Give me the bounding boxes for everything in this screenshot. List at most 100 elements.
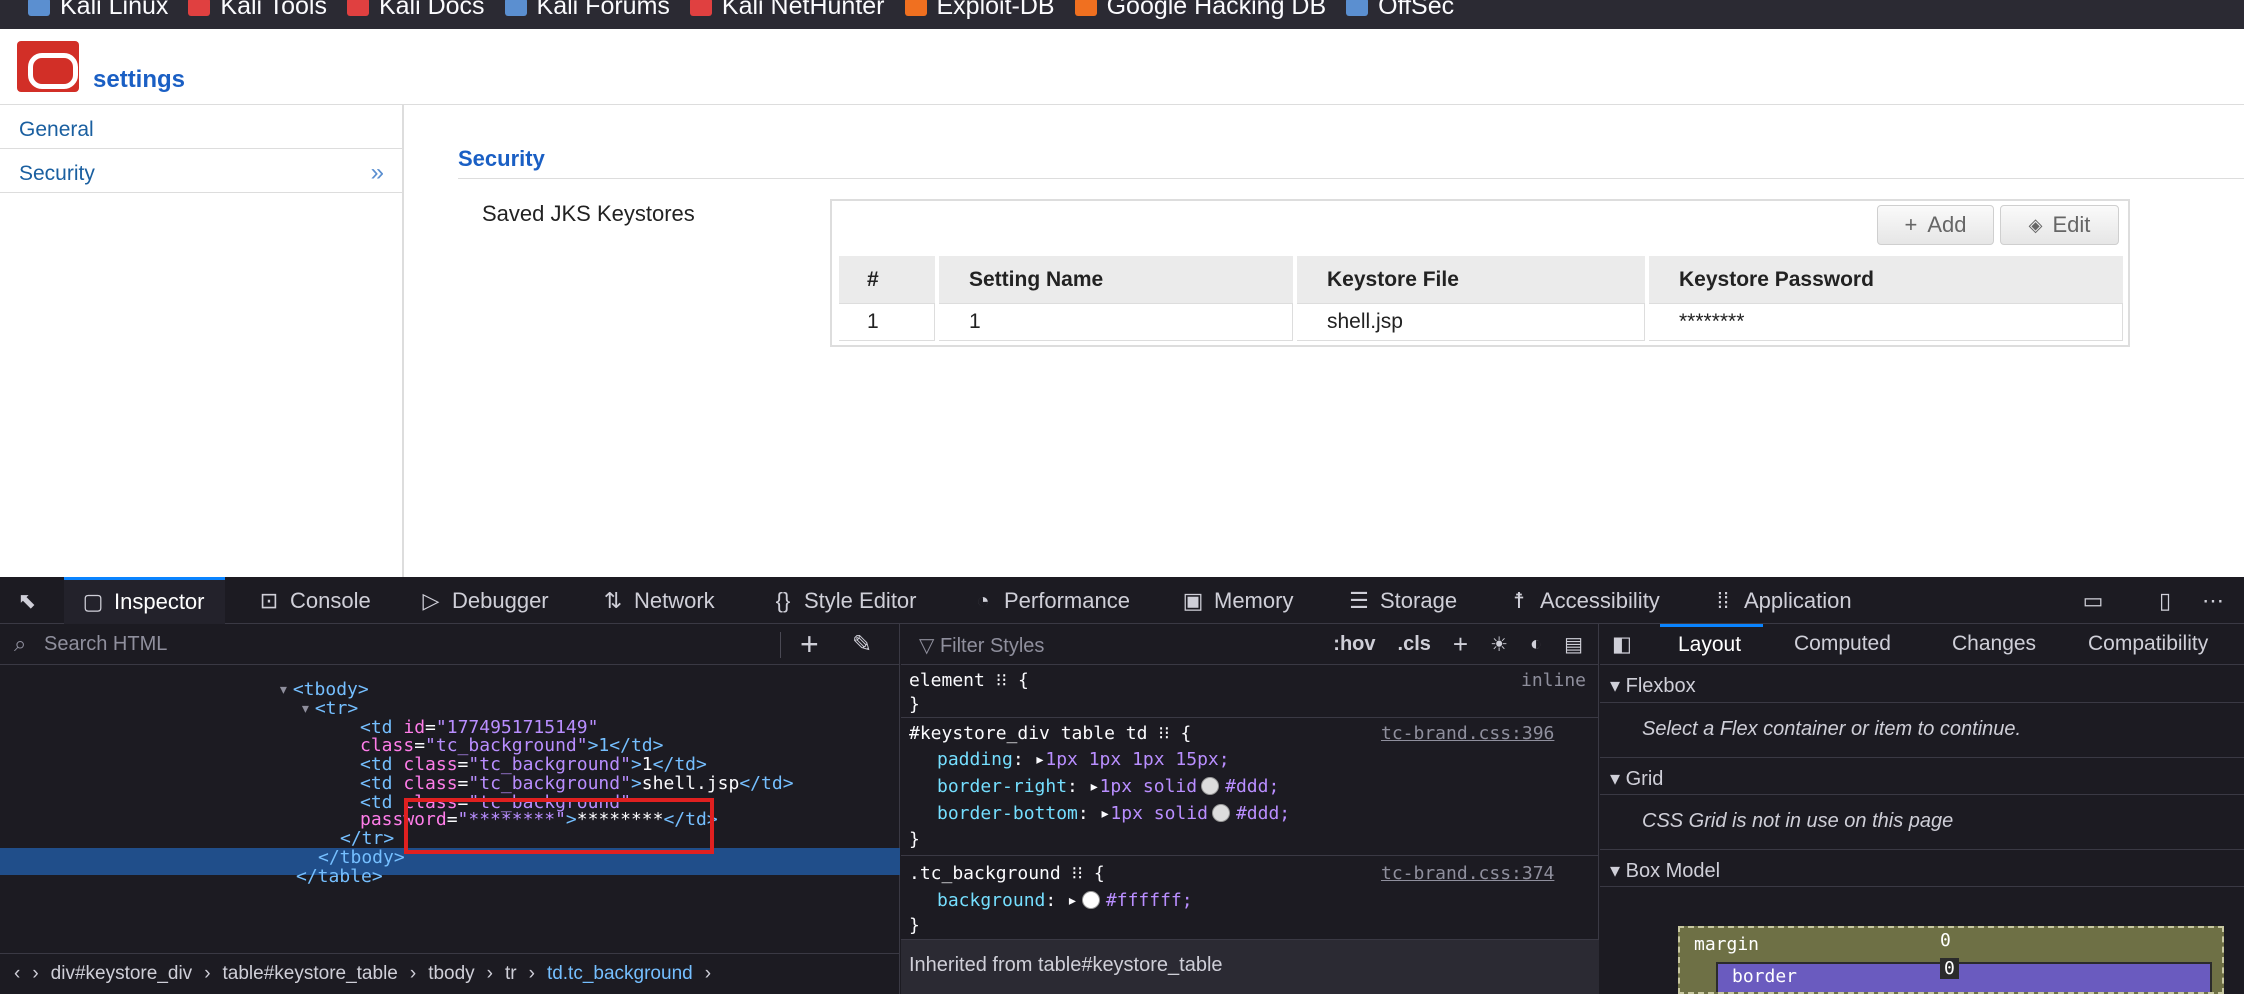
style-editor-icon: {} <box>775 587 791 613</box>
edit-button[interactable]: ◈ Edit <box>2000 205 2119 245</box>
color-swatch[interactable] <box>1211 804 1230 822</box>
flexbox-section-header[interactable]: ▾ Flexbox <box>1600 665 2244 703</box>
css-declaration[interactable]: background: ▸ #ffffff; <box>937 887 1193 914</box>
markup-node-line[interactable]: </table> <box>296 863 383 890</box>
app-header: settings <box>0 29 2244 105</box>
bookmark-item[interactable]: Kali Linux <box>28 0 168 21</box>
tab-application[interactable]: ⁞⁞ Application <box>1710 577 1852 624</box>
column-header: Keystore File <box>1297 256 1645 304</box>
chevron-right-icon[interactable]: › <box>705 963 711 985</box>
color-swatch[interactable] <box>1081 891 1100 909</box>
tab-memory[interactable]: ▣ Memory <box>1180 577 1294 624</box>
expand-triangle-icon[interactable]: ▾ <box>300 698 311 719</box>
element-rule: element ⁝⁝ { inline } <box>901 665 1599 718</box>
bookmark-label: OffSec <box>1378 0 1455 20</box>
css-declaration[interactable]: padding: ▸1px 1px 1px 15px; <box>937 746 1230 773</box>
search-input[interactable]: Search HTML <box>44 633 167 655</box>
bookmark-label: Google Hacking DB <box>1106 0 1327 20</box>
inherited-header: Inherited from table#keystore_table <box>901 940 1599 994</box>
table-row[interactable]: 1 1 shell.jsp ******** <box>839 304 2123 341</box>
bookmark-item[interactable]: Kali Forums <box>504 0 670 21</box>
css-declaration[interactable]: border-bottom: ▸1px solid #ddd; <box>937 800 1290 827</box>
bookmark-item[interactable]: Kali Docs <box>346 0 485 21</box>
print-media-icon[interactable]: ▤ <box>1564 632 1583 657</box>
bookmark-item[interactable]: Google Hacking DB <box>1074 0 1327 21</box>
breadcrumb-item[interactable]: div#keystore_div <box>51 963 193 985</box>
bookmark-item[interactable]: OffSec <box>1346 0 1454 21</box>
tab-changes[interactable]: Changes <box>1952 632 2036 656</box>
rule-source: inline <box>1521 670 1587 691</box>
breadcrumb-item[interactable]: td.tc_background <box>547 963 693 985</box>
bookmark-item[interactable]: Kali NetHunter <box>689 0 885 21</box>
markup-node-line[interactable]: ▾ <tr> <box>300 695 358 722</box>
dark-mode-icon[interactable]: ◐ <box>1530 633 1542 656</box>
markup-view: ⌕ Search HTML + ✎ ▾ <tbody> ▾ <tr> <td id="1… <box>0 624 900 994</box>
dock-toggle-button[interactable]: ▭ <box>2080 577 2114 624</box>
add-button[interactable]: + Add <box>1877 205 1994 245</box>
light-mode-icon[interactable]: ☀ <box>1490 632 1508 657</box>
sidebar-item-security[interactable]: Security » <box>0 149 404 193</box>
bookmarks-toolbar: Kali Linux Kali Tools Kali Docs Kali Forums… <box>0 0 2244 29</box>
tab-style-editor[interactable]: {} Style Editor <box>770 577 917 624</box>
tab-layout[interactable]: Layout <box>1660 624 1764 665</box>
element-picker-button[interactable]: ⬉ <box>14 577 48 624</box>
tab-debugger[interactable]: ▷ Debugger <box>418 577 549 624</box>
tab-inspector[interactable]: ▢ Inspector <box>64 577 225 624</box>
bookmark-favicon-icon <box>1074 0 1097 16</box>
breadcrumb-item[interactable]: table#keystore_table <box>223 963 398 985</box>
tab-storage[interactable]: ☰ Storage <box>1346 577 1457 624</box>
color-swatch[interactable] <box>1201 777 1220 795</box>
accessibility-icon: ☨ <box>1513 587 1525 613</box>
tab-compatibility[interactable]: Compatibility <box>2088 632 2208 656</box>
margin-value[interactable]: 0 <box>1940 930 1951 951</box>
tab-computed[interactable]: Computed <box>1794 632 1891 656</box>
settings-sidebar: General Security » <box>0 105 404 577</box>
breadcrumb-item[interactable]: tr <box>505 963 517 985</box>
responsive-mode-button[interactable]: ▯ <box>2152 577 2186 624</box>
tab-network[interactable]: ⇅ Network <box>600 577 715 624</box>
add-node-icon[interactable]: + <box>800 626 819 663</box>
box-model-section-header[interactable]: ▾ Box Model <box>1600 849 2244 887</box>
tab-performance[interactable]: ◔ Performance <box>970 577 1130 624</box>
table-cell: ******** <box>1649 304 2123 341</box>
grid-message: CSS Grid is not in use on this page <box>1642 810 1954 832</box>
hov-toggle[interactable]: :hov <box>1333 633 1375 656</box>
sidebar-item-general[interactable]: General <box>0 105 404 149</box>
debugger-icon: ▷ <box>422 587 440 613</box>
box-model-diagram: margin 0 border 0 <box>1678 926 2224 994</box>
filter-styles-input[interactable]: Filter Styles <box>940 635 1044 657</box>
plus-icon: + <box>1904 212 1918 237</box>
bookmark-item[interactable]: Exploit-DB <box>904 0 1055 21</box>
eyedropper-icon[interactable]: ✎ <box>852 630 872 659</box>
expand-triangle-icon[interactable]: ▾ <box>278 679 289 700</box>
tab-console[interactable]: ⊡ Console <box>256 577 371 624</box>
tag-icon: ◈ <box>2028 214 2043 235</box>
cls-toggle[interactable]: .cls <box>1398 633 1431 656</box>
dock-icon: ▭ <box>2082 587 2104 613</box>
add-rule-icon[interactable]: + <box>1453 629 1468 660</box>
keystores-panel: + Add ◈ Edit # Setting Name Keystore File … <box>830 199 2130 347</box>
table-cell: shell.jsp <box>1297 304 1645 341</box>
rule-source-link[interactable]: tc-brand.css:396 <box>1381 720 1554 747</box>
toggle-sidebar-icon[interactable]: ◧ <box>1612 632 1632 657</box>
css-rule: .tc_background ⁝⁝ { tc-brand.css:374 bac… <box>901 856 1599 940</box>
devtools-toolbar: ⬉ ▢ Inspector ⊡ Console ▷ Debugger ⇅ Network… <box>0 577 2244 624</box>
more-options-button[interactable]: ⋯ <box>2200 577 2234 624</box>
grid-section-header[interactable]: ▾ Grid <box>1600 757 2244 795</box>
sidebar-item-label: Security <box>19 162 95 185</box>
filter-icon: ▽ <box>919 635 940 657</box>
bookmark-favicon-icon <box>346 0 369 16</box>
tab-accessibility[interactable]: ☨ Accessibility <box>1506 577 1660 624</box>
chevron-left-icon[interactable]: ‹ <box>14 963 20 985</box>
margin-label: margin <box>1694 934 1760 955</box>
bookmark-item[interactable]: Kali Tools <box>188 0 327 21</box>
keystore-table: # Setting Name Keystore File Keystore Pa… <box>835 256 2127 341</box>
rule-source-link[interactable]: tc-brand.css:374 <box>1381 860 1554 887</box>
border-value[interactable]: 0 <box>1940 958 1959 979</box>
search-html-bar: ⌕ Search HTML + ✎ <box>0 624 900 665</box>
breadcrumb-item[interactable]: tbody <box>428 963 474 985</box>
css-rule: #keystore_div table td ⁝⁝ { tc-brand.css… <box>901 718 1599 856</box>
breadcrumb-item[interactable]: › <box>32 963 38 985</box>
sidebar-tabs: ◧ Layout Computed Changes Compatibility <box>1600 624 2244 665</box>
css-declaration[interactable]: border-right: ▸1px solid #ddd; <box>937 773 1279 800</box>
